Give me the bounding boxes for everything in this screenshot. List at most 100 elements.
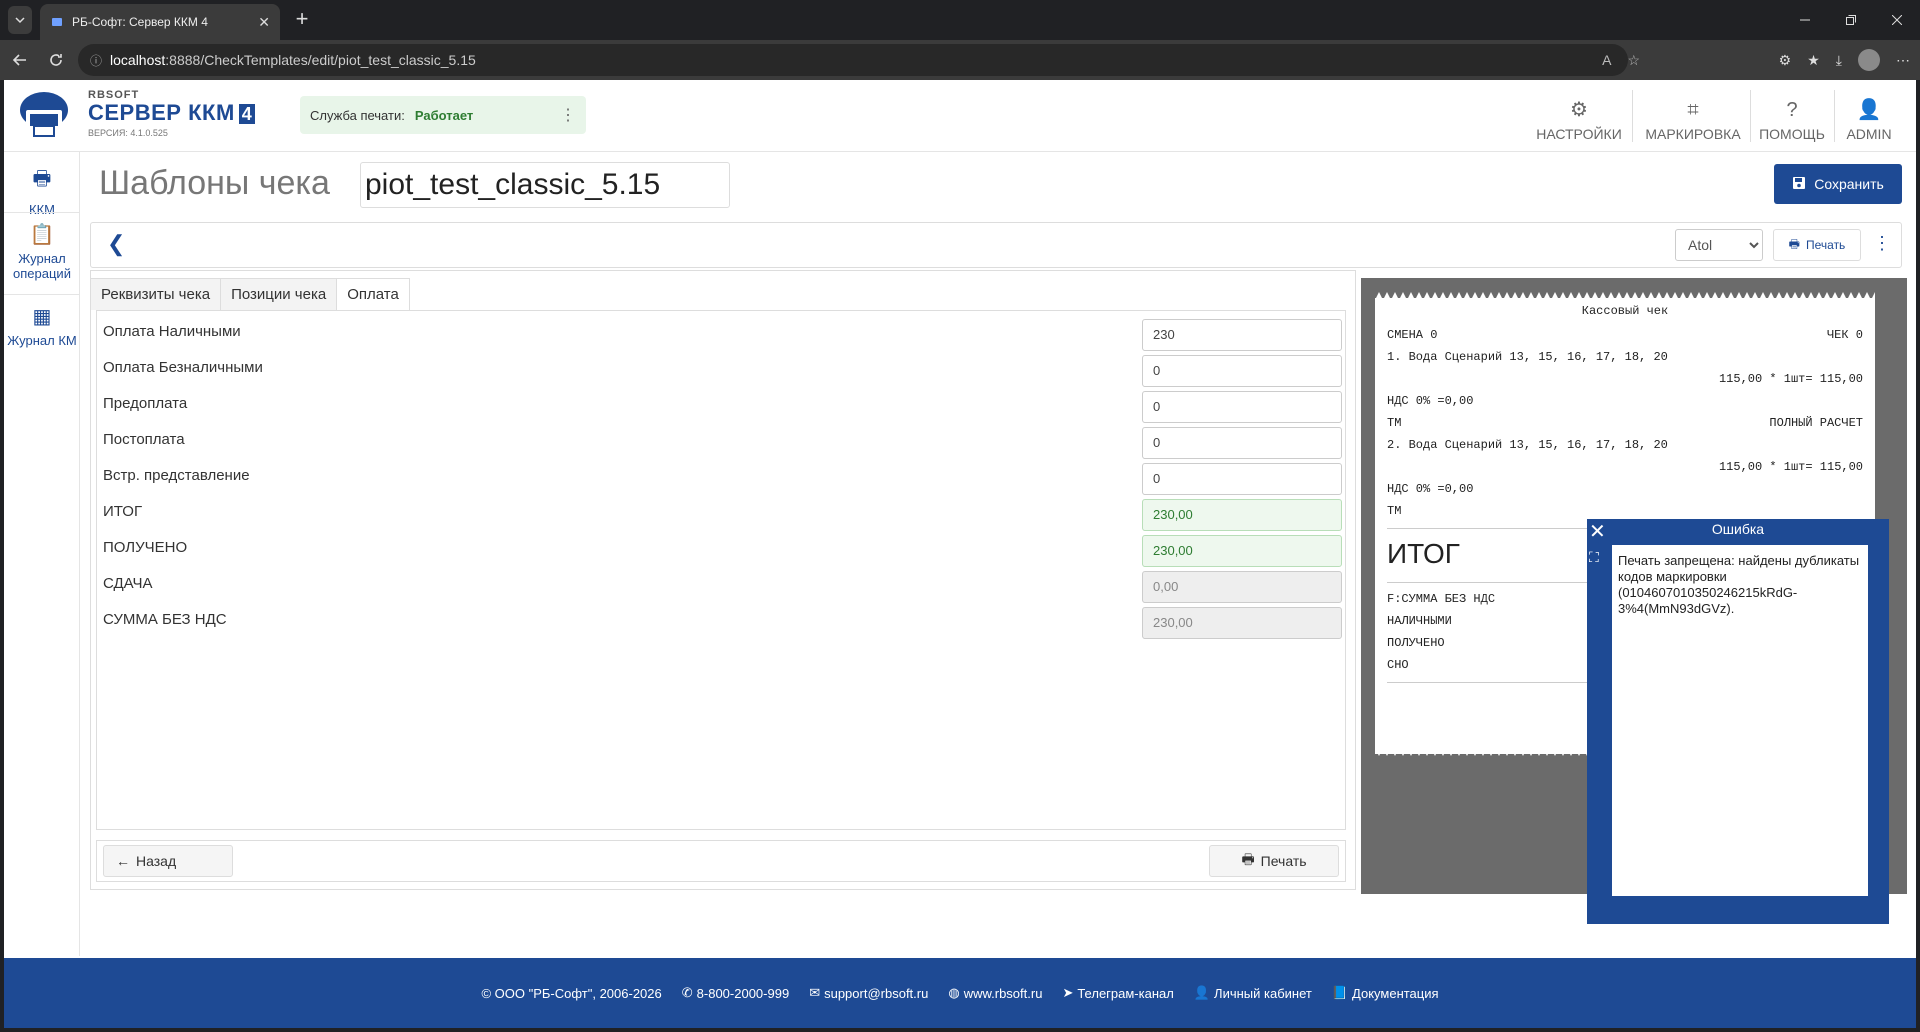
cash-payment-input[interactable]: 230 (1142, 319, 1342, 351)
template-name-input[interactable] (360, 162, 730, 208)
download-icon[interactable]: ⤓ (1836, 52, 1842, 69)
counter-provision-input[interactable]: 0 (1142, 463, 1342, 495)
url-path: :8888/CheckTemplates/edit/piot_test_clas… (165, 52, 476, 68)
editor-toolbar: ❮ Atol 🖶 Печать ⋮ (90, 222, 1902, 268)
kebab-menu-icon[interactable]: ⋮ (560, 105, 576, 125)
toolbar-print-button[interactable]: 🖶 Печать (1773, 229, 1861, 261)
kebab-menu-icon[interactable]: ⋮ (1873, 233, 1891, 254)
sidebar-item-label: Журнал операций (13, 251, 71, 281)
nav-settings[interactable]: ⚙ НАСТРОЙКИ (1534, 90, 1624, 142)
chevron-left-icon[interactable]: ❮ (107, 231, 125, 257)
receipt-item-2: 2. Вода Сценарий 13, 15, 16, 17, 18, 20 (1387, 438, 1668, 452)
save-button[interactable]: Сохранить (1774, 164, 1902, 204)
sidebar-divider (4, 212, 80, 213)
profile-avatar[interactable] (1858, 49, 1880, 71)
receipt-vat-1: НДС 0% =0,00 (1387, 394, 1474, 408)
total-field[interactable]: 230,00 (1142, 499, 1342, 531)
footer-email-link[interactable]: ✉ support@rbsoft.ru (809, 985, 928, 1001)
close-tab-icon[interactable]: ✕ (258, 14, 270, 31)
form-row: СУММА БЕЗ НДС 230,00 (97, 605, 1347, 641)
error-dialog-title: Ошибка (1711, 521, 1765, 537)
receipt-title: Кассовый чек (1581, 304, 1669, 318)
nav-divider (1750, 90, 1751, 142)
back-button[interactable]: ← Назад (103, 845, 233, 877)
read-aloud-icon[interactable]: A (1602, 52, 1611, 69)
footer-docs: Документация (1352, 985, 1439, 1001)
format-select[interactable]: Atol (1675, 229, 1763, 261)
nav-admin[interactable]: 👤 ADMIN (1838, 90, 1900, 142)
tab-check-details[interactable]: Реквизиты чека (90, 278, 222, 310)
back-button-label: Назад (136, 853, 177, 869)
sidebar: 🖶 ККМ 📋 Журнал операций ▦ Журнал КМ (4, 152, 80, 956)
postpayment-input[interactable]: 0 (1142, 427, 1342, 459)
app: RBSOFT СЕРВЕР ККМ 4 ВЕРСИЯ: 4.1.0.525 Слу… (4, 80, 1916, 1028)
extensions-icon[interactable]: ⚙ (1779, 52, 1792, 69)
info-icon: ⓘ (90, 53, 103, 68)
receipt-edge (1375, 292, 1875, 300)
prepayment-input[interactable]: 0 (1142, 391, 1342, 423)
arrow-left-icon: ← (116, 853, 130, 869)
receipt-shift-row: СМЕНА 0 ЧЕК 0 (1387, 328, 1863, 342)
new-tab-button[interactable]: + (290, 8, 314, 32)
sidebar-item-kkm[interactable]: 🖶 ККМ (4, 164, 80, 217)
nav-marking[interactable]: ⌗ МАРКИРОВКА (1640, 90, 1746, 142)
expand-icon[interactable]: ⛶ (1589, 549, 1599, 566)
tab-list-button[interactable] (8, 6, 32, 34)
receipt-item-2-price: 115,00 * 1шт= 115,00 (1718, 460, 1863, 474)
footer-phone-link[interactable]: ✆ 8-800-2000-999 (682, 985, 789, 1001)
maximize-window-button[interactable] (1828, 0, 1874, 40)
field-label: Постоплата (103, 431, 185, 448)
back-nav-button[interactable] (2, 44, 38, 76)
app-header: RBSOFT СЕРВЕР ККМ 4 ВЕРСИЯ: 4.1.0.525 Слу… (4, 80, 1916, 152)
footer-copyright: © ООО "РБ-Софт", 2006-2026 (481, 985, 662, 1001)
logo-product-name: СЕРВЕР ККМ (88, 100, 235, 125)
minimize-window-button[interactable] (1782, 0, 1828, 40)
footer-cabinet-link[interactable]: 👤 Личный кабинет (1194, 985, 1312, 1001)
sidebar-item-label: ККМ (29, 202, 55, 217)
form-row: ИТОГ 230,00 (97, 497, 1347, 533)
field-label: ИТОГ (103, 503, 143, 520)
receipt-tm: ТМ (1387, 416, 1402, 430)
field-label: СУММА БЕЗ НДС (103, 611, 227, 628)
printer-icon: 🖶 (1788, 236, 1800, 251)
screen: РБ-Софт: Сервер ККМ 4 ✕ + ⓘ localhost :8… (0, 0, 1920, 1032)
nav-divider (1632, 90, 1633, 142)
receipt-tm-row: ТМ ПОЛНЫЙ РАСЧЕТ (1387, 416, 1863, 430)
minimize-icon (1800, 19, 1810, 21)
nav-help[interactable]: ? ПОМОЩЬ (1754, 90, 1830, 142)
footer-cabinet: Личный кабинет (1214, 985, 1312, 1001)
footer-email: support@rbsoft.ru (824, 985, 929, 1001)
nav-help-label: ПОМОЩЬ (1759, 126, 1825, 142)
form-row: Оплата Наличными 230 (97, 317, 1347, 353)
star-icon[interactable]: ☆ (1627, 52, 1640, 69)
app-version: ВЕРСИЯ: 4.1.0.525 (88, 128, 168, 138)
user-icon: 👤 (1856, 99, 1882, 121)
more-menu-icon[interactable]: ⋯ (1896, 52, 1910, 69)
tab-payment[interactable]: Оплата (336, 278, 410, 310)
envelope-icon: ✉ (809, 985, 821, 1000)
address-bar[interactable]: ⓘ localhost :8888/CheckTemplates/edit/pi… (78, 44, 1628, 76)
receipt-check: ЧЕК 0 (1826, 328, 1863, 342)
reload-button[interactable] (38, 44, 74, 76)
cashless-payment-input[interactable]: 0 (1142, 355, 1342, 387)
close-window-button[interactable] (1874, 0, 1920, 40)
payment-form: Оплата Наличными 230 Оплата Безналичными… (96, 310, 1346, 830)
sidebar-item-km-log[interactable]: ▦ Журнал КМ (4, 304, 80, 348)
received-field[interactable]: 230,00 (1142, 535, 1342, 567)
tab-check-items[interactable]: Позиции чека (220, 278, 338, 310)
footer-telegram-link[interactable]: ➤ Телеграм-канал (1062, 985, 1173, 1001)
footer-docs-link[interactable]: 📘 Документация (1332, 985, 1439, 1001)
print-service-status: Служба печати: Работает ⋮ (300, 96, 586, 134)
nav-admin-label: ADMIN (1846, 126, 1892, 142)
favicon-icon (52, 18, 62, 26)
sidebar-item-operations-log[interactable]: 📋 Журнал операций (4, 222, 80, 281)
favorites-icon[interactable]: ★ (1807, 52, 1820, 69)
footer-site-link[interactable]: ◍ www.rbsoft.ru (948, 985, 1042, 1001)
nav-divider (1834, 90, 1835, 142)
print-button[interactable]: 🖶 Печать (1209, 845, 1339, 877)
browser-tab[interactable]: РБ-Софт: Сервер ККМ 4 ✕ (40, 4, 280, 40)
close-icon (1892, 15, 1902, 25)
form-row: Встр. представление 0 (97, 461, 1347, 497)
arrow-left-icon (12, 54, 26, 66)
browser-tabbar: РБ-Софт: Сервер ККМ 4 ✕ + (0, 0, 1920, 40)
